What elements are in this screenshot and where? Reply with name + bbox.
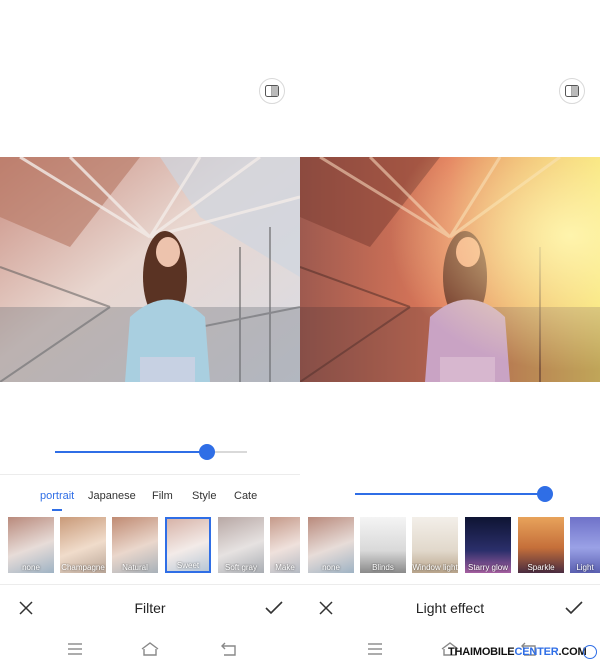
menu-icon[interactable] [66,641,84,657]
panel-title: Filter [134,600,166,616]
tab-style[interactable]: Style [192,490,216,502]
slider-thumb[interactable] [198,444,215,460]
effect-thumb-label: Sparkle [527,563,555,572]
intensity-slider[interactable] [55,442,247,462]
filter-thumb-label: Make [275,563,295,572]
effect-thumb-label: Light [576,563,594,572]
effect-thumb-none[interactable]: none [308,517,354,573]
effect-thumb-label: Window light [412,563,458,572]
slider-thumb[interactable] [537,486,554,502]
tab-cate[interactable]: Cate [234,490,257,502]
menu-icon[interactable] [366,641,384,657]
slider-fill [55,451,207,453]
filter-panel: portrait Japanese Film Style Cate none C… [0,0,300,667]
photo-preview [300,157,600,382]
system-navbar [0,637,300,661]
compare-split-icon [265,85,279,97]
effect-thumb-label: Starry glow [467,563,508,572]
compare-button[interactable] [559,78,585,104]
effect-thumb-label: none [322,563,340,572]
effect-thumb-sparkle[interactable]: Sparkle [518,517,564,573]
filter-thumb-label: Natural [122,563,148,572]
filter-thumb-soft-gray[interactable]: Soft gray [218,517,264,573]
intensity-slider[interactable] [355,484,554,504]
divider [0,584,300,585]
filter-thumb-label: none [22,563,40,572]
compare-split-icon [565,85,579,97]
light-effect-panel: none Blinds Window light Starry glow Spa… [300,0,600,667]
effect-thumb-light[interactable]: Light [570,517,600,573]
brand-watermark: THAIMOBILECENTER.COM [448,646,587,658]
checkmark-icon[interactable] [264,600,284,616]
filter-thumb-sweet[interactable]: Sweet [165,517,211,573]
filter-thumb-label: Champagne [61,563,105,572]
divider [0,474,300,475]
back-icon[interactable] [220,641,238,657]
watermark-logo-icon [583,645,597,659]
divider [300,584,600,585]
effect-thumb-starry-glow[interactable]: Starry glow [465,517,511,573]
checkmark-icon[interactable] [564,600,584,616]
filter-thumb-champagne[interactable]: Champagne [60,517,106,573]
tab-film[interactable]: Film [152,490,173,502]
effect-thumb-window-light[interactable]: Window light [412,517,458,573]
filter-thumb-none[interactable]: none [8,517,54,573]
filter-thumb-label: Soft gray [224,563,257,572]
filter-category-tabs: portrait Japanese Film Style Cate [0,490,300,514]
watermark-accent: CENTER [514,646,559,658]
filter-action-bar: Filter [0,590,300,626]
photo-preview [0,157,300,382]
filter-thumb-make[interactable]: Make [270,517,300,573]
filter-thumb-label: Sweet [176,561,200,570]
slider-fill [355,493,546,495]
home-icon[interactable] [141,641,159,657]
compare-button[interactable] [259,78,285,104]
tab-japanese[interactable]: Japanese [88,490,136,502]
light-effect-action-bar: Light effect [300,590,600,626]
light-effect-thumbnail-strip: none Blinds Window light Starry glow Spa… [300,517,600,573]
watermark-main: THAIMOBILE [448,646,515,658]
tab-portrait[interactable]: portrait [40,490,74,511]
filter-thumb-natural[interactable]: Natural [112,517,158,573]
effect-thumb-blinds[interactable]: Blinds [360,517,406,573]
panel-title: Light effect [415,600,485,616]
effect-thumb-label: Blinds [372,563,394,572]
filter-thumbnail-strip: none Champagne Natural Sweet Soft gray M… [0,517,300,573]
